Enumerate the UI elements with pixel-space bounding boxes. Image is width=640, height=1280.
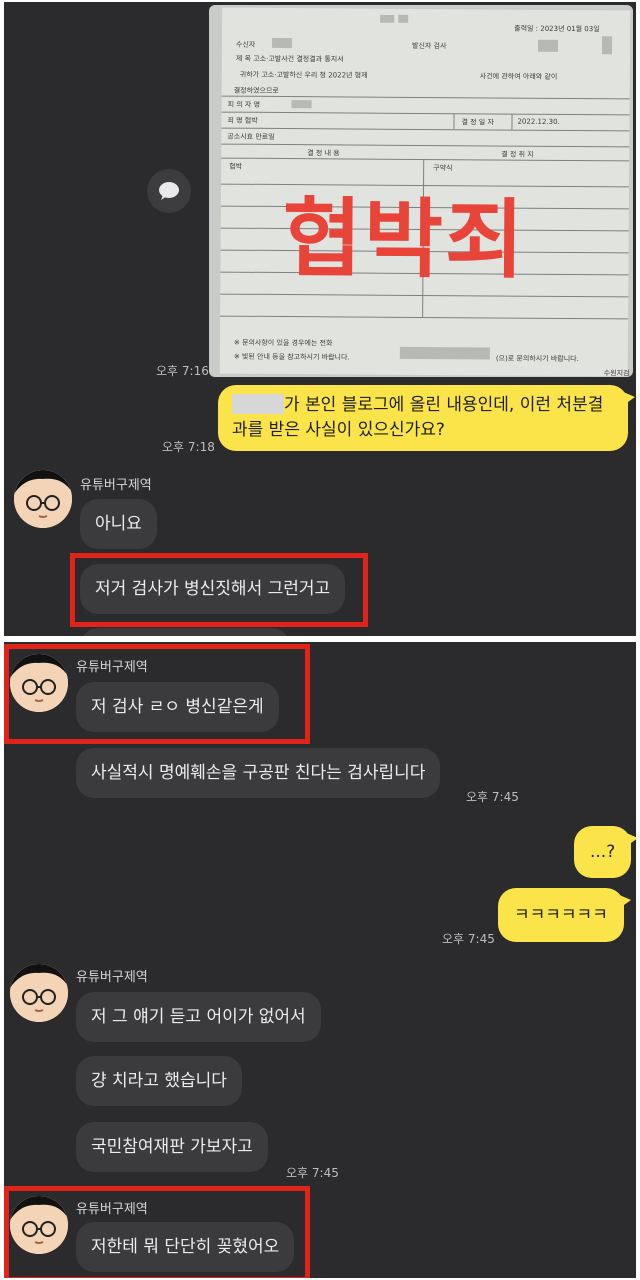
avatar[interactable] — [10, 964, 68, 1022]
avatar[interactable] — [14, 470, 72, 528]
incoming-timestamp: 오후 7:45 — [286, 1166, 339, 1180]
sender-name: 유튜버구제역 — [76, 970, 148, 985]
doc-subject: 제 목 고소·고발사건 결정결과 통지서 — [235, 54, 344, 64]
outgoing-message[interactable]: ...? — [574, 826, 636, 878]
avatar[interactable] — [10, 654, 68, 712]
incoming-message[interactable]: 걍 치라고 했습니다 — [76, 1056, 242, 1106]
incoming-message[interactable]: 국민참여재판 가보자고 — [76, 1122, 268, 1172]
doc-crime: 죄 명 협박 — [227, 116, 258, 125]
doc-suspect: 피 의 자 명 — [227, 100, 261, 109]
doc-footer2: ※ 빛된 안내 등을 참고하시기 바랍니다. — [233, 352, 350, 362]
doc-footer1: ※ 문의사항이 있을 경우에는 전화 — [233, 338, 333, 348]
sender-name: 유튜버구제역 — [76, 660, 148, 675]
incoming-message[interactable]: 사실적시 명예훼손을 구공판 친다는 검사립니다 — [76, 748, 441, 798]
avatar[interactable] — [10, 1196, 68, 1254]
avatar-face-icon — [14, 470, 72, 528]
doc-decision-date-label: 결 정 일 자 — [461, 118, 494, 127]
sender-name: 유튜버구제역 — [80, 478, 152, 493]
doc-decision-date: 2022.12.30. — [517, 117, 560, 126]
incoming-timestamp: 오후 7:45 — [466, 790, 519, 804]
incoming-message[interactable]: 저거 검사가 병신짓해서 그런거고 — [80, 564, 346, 614]
speech-bubble-icon — [159, 182, 179, 200]
doc-intro2: 사건에 관하여 아래와 같이 — [479, 72, 558, 81]
outgoing-timestamp: 오후 7:18 — [162, 440, 215, 454]
doc-decision-content: 결 정 내 용 — [307, 149, 340, 158]
avatar-face-icon — [10, 964, 68, 1022]
outgoing-timestamp: 오후 7:45 — [442, 932, 495, 946]
redacted-name — [232, 394, 284, 414]
incoming-message-partial — [80, 628, 290, 636]
incoming-message[interactable]: 아니요 — [80, 499, 157, 549]
incoming-message[interactable]: 저 검사 ㄹㅇ 병신같은게 — [76, 682, 279, 732]
incoming-message[interactable]: 저한테 뭐 단단히 꽂혔어오 — [76, 1222, 295, 1272]
doc-sender: 발신자 검사 — [411, 41, 447, 51]
outgoing-line1: 가 본인 블로그에 올린 내용인데, 이런 처분결 — [284, 395, 604, 415]
doc-stamp-corner: 수원지검 — [603, 369, 630, 377]
document-photo: 출력일 : 2023년 01월 03일 수신자 발신자 검사 제 목 고소·고발… — [219, 7, 631, 377]
avatar-face-icon — [10, 1196, 68, 1254]
doc-case-no: 공소시효 만료일 — [227, 132, 275, 141]
outgoing-message[interactable]: 가 본인 블로그에 올린 내용인데, 이런 처분결 과를 받은 사실이 있으신가… — [218, 385, 635, 451]
photo-timestamp: 오후 7:16 — [156, 364, 209, 378]
avatar-face-icon — [10, 654, 68, 712]
share-button[interactable] — [147, 169, 191, 213]
doc-intro: 귀하가 고소·고발하신 우리 청 2022년 형제 — [239, 70, 368, 80]
doc-issue-date: 출력일 : 2023년 01월 03일 — [514, 24, 600, 34]
doc-left-col: 협박 — [229, 162, 243, 171]
incoming-message[interactable]: 저 그 얘기 듣고 어이가 없어서 — [76, 992, 321, 1042]
doc-recipient: 수신자 — [235, 40, 256, 49]
doc-result-label: 결정하였으므로 — [233, 86, 279, 95]
outgoing-message[interactable]: ㅋㅋㅋㅋㅋㅋ — [498, 888, 631, 942]
photo-message[interactable]: 출력일 : 2023년 01월 03일 수신자 발신자 검사 제 목 고소·고발… — [209, 5, 633, 377]
chat-panel-top: 출력일 : 2023년 01월 03일 수신자 발신자 검사 제 목 고소·고발… — [4, 2, 636, 636]
sender-name: 유튜버구제역 — [76, 1202, 148, 1217]
outgoing-line2: 과를 받은 사실이 있으신가요? — [232, 420, 445, 440]
doc-reason: 결 정 취 지 — [501, 150, 534, 159]
doc-footer3: (으)로 문의하시기 바랍니다. — [495, 354, 579, 364]
stamp-text: 협박죄 — [282, 189, 527, 291]
chat-panel-bottom: 유튜버구제역 저 검사 ㄹㅇ 병신같은게 사실적시 명예훼손을 구공판 친다는 … — [4, 642, 636, 1278]
